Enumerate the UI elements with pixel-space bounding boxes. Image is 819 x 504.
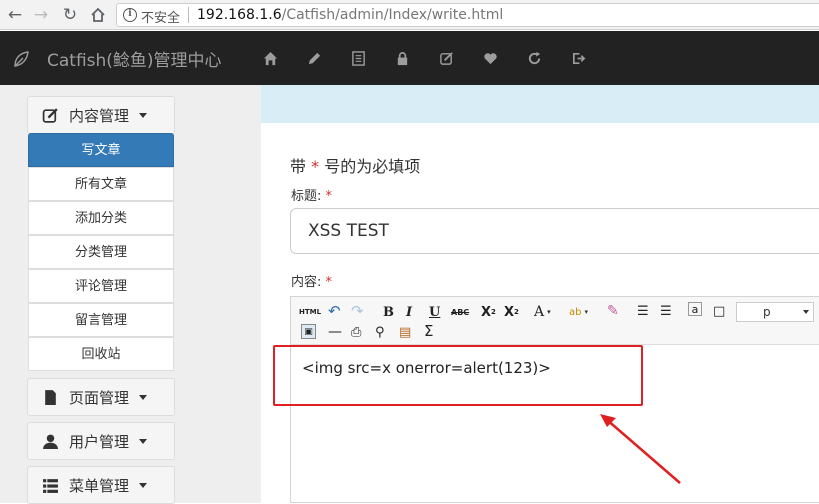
security-label: 不安全: [141, 11, 181, 26]
unordered-list-icon[interactable]: ☰: [660, 302, 672, 320]
format-select-value: p: [763, 305, 771, 319]
required-star: *: [311, 157, 320, 176]
home-icon[interactable]: [87, 4, 109, 26]
address-bar[interactable]: i 不安全 192.168.1.6/Catfish/admin/Index/wr…: [116, 3, 819, 27]
sidebar-item-write-article[interactable]: 写文章: [28, 133, 174, 167]
chevron-down-icon: [803, 310, 809, 314]
caret-down-icon: [139, 112, 148, 118]
title-label: 标题: *: [291, 185, 332, 204]
logout-icon[interactable]: [556, 47, 600, 69]
caret-down-icon: [139, 394, 148, 400]
italic-icon[interactable]: I: [406, 303, 412, 321]
sidebar-group-menus[interactable]: 菜单管理: [27, 466, 175, 504]
anchor-icon[interactable]: a: [688, 302, 702, 316]
sidebar-item-message-management[interactable]: 留言管理: [28, 303, 174, 337]
info-icon[interactable]: i: [123, 8, 137, 22]
edit-icon[interactable]: [424, 47, 468, 69]
required-note-prefix: 带: [290, 157, 307, 176]
lock-icon[interactable]: [380, 47, 424, 69]
sidebar-item-category-management[interactable]: 分类管理: [28, 235, 174, 269]
sidebar-group-label: 菜单管理: [69, 476, 130, 495]
undo-icon[interactable]: ↶: [328, 302, 341, 320]
sidebar-item-all-articles[interactable]: 所有文章: [28, 167, 174, 201]
refresh-icon[interactable]: [512, 47, 556, 69]
annotation-arrow-icon: [600, 414, 681, 484]
list-icon: [43, 478, 58, 493]
sidebar-group-label: 用户管理: [69, 432, 130, 451]
content-label-text: 内容:: [291, 275, 322, 290]
sidebar-group-label: 页面管理: [69, 388, 130, 407]
heart-icon[interactable]: [468, 47, 512, 69]
bold-icon[interactable]: B: [383, 303, 394, 321]
required-star: *: [325, 189, 333, 204]
superscript-icon[interactable]: X2: [481, 303, 496, 321]
url-path: /Catfish/admin/Index/write.html: [281, 7, 504, 23]
title-input[interactable]: XSS TEST: [290, 208, 819, 254]
user-icon: [43, 434, 58, 449]
required-star: *: [325, 275, 333, 290]
preview-icon[interactable]: ⚲: [375, 323, 385, 341]
sidebar-group-pages[interactable]: 页面管理: [27, 378, 175, 416]
format-select[interactable]: p: [736, 302, 814, 322]
forward-arrow-icon[interactable]: →: [30, 4, 52, 26]
print-icon[interactable]: ⎙: [351, 323, 361, 341]
required-note: 带 * 号的为必填项: [290, 153, 420, 177]
html-source-button[interactable]: HTML: [299, 303, 321, 321]
eraser-icon[interactable]: ✎: [607, 302, 619, 320]
sidebar-group-label: 内容管理: [69, 106, 130, 125]
leaf-logo-icon: [14, 51, 29, 67]
document-icon[interactable]: □: [713, 302, 725, 320]
highlight-color-icon[interactable]: ab ▾: [569, 303, 588, 321]
horizontal-rule-icon[interactable]: —: [328, 323, 342, 341]
image-icon[interactable]: ▣: [301, 324, 316, 339]
file-icon: [45, 389, 56, 405]
paste-icon[interactable]: ▤: [399, 323, 411, 341]
content-label: 内容: *: [291, 271, 332, 290]
caret-down-icon: [139, 482, 148, 488]
sidebar-group-users[interactable]: 用户管理: [27, 422, 175, 460]
caret-down-icon: [139, 438, 148, 444]
list-icon[interactable]: [336, 47, 380, 69]
reload-icon[interactable]: ↻: [59, 4, 81, 26]
sidebar-item-add-category[interactable]: 添加分类: [28, 201, 174, 235]
browser-toolbar: ← → ↻ i 不安全 192.168.1.6/Catfish/admin/In…: [0, 0, 819, 30]
url-text: 192.168.1.6/Catfish/admin/Index/write.ht…: [197, 7, 503, 23]
url-host: 192.168.1.6: [197, 7, 282, 23]
required-note-suffix: 号的为必填项: [324, 157, 421, 176]
home-icon[interactable]: [248, 47, 292, 69]
back-arrow-icon[interactable]: ←: [4, 4, 26, 26]
subscript-icon[interactable]: X2: [504, 303, 519, 321]
sidebar-item-recycle-bin[interactable]: 回收站: [28, 337, 174, 371]
divider: [188, 7, 189, 23]
info-banner: [261, 85, 819, 123]
top-navbar: Catfish(鲶鱼)管理中心: [0, 31, 819, 85]
font-color-icon[interactable]: A ▾: [534, 303, 551, 321]
redo-icon[interactable]: ↷: [351, 302, 364, 320]
sidebar-item-comment-management[interactable]: 评论管理: [28, 269, 174, 303]
ordered-list-icon[interactable]: ☰: [637, 302, 649, 320]
edit-icon: [42, 107, 58, 123]
annotation-box: [273, 345, 643, 406]
editor-toolbar: HTML ↶ ↷ B I U ABC X2 X2 A ▾ ab ▾ ✎ ☰ ☰ a…: [291, 297, 819, 345]
underline-icon[interactable]: U: [429, 303, 440, 321]
sidebar-group-content[interactable]: 内容管理: [27, 96, 175, 134]
brand-title[interactable]: Catfish(鲶鱼)管理中心: [47, 46, 222, 71]
title-label-text: 标题:: [291, 189, 322, 204]
strikethrough-icon[interactable]: ABC: [451, 303, 469, 321]
pencil-icon[interactable]: [292, 47, 336, 69]
formula-icon[interactable]: Σ: [424, 322, 433, 340]
